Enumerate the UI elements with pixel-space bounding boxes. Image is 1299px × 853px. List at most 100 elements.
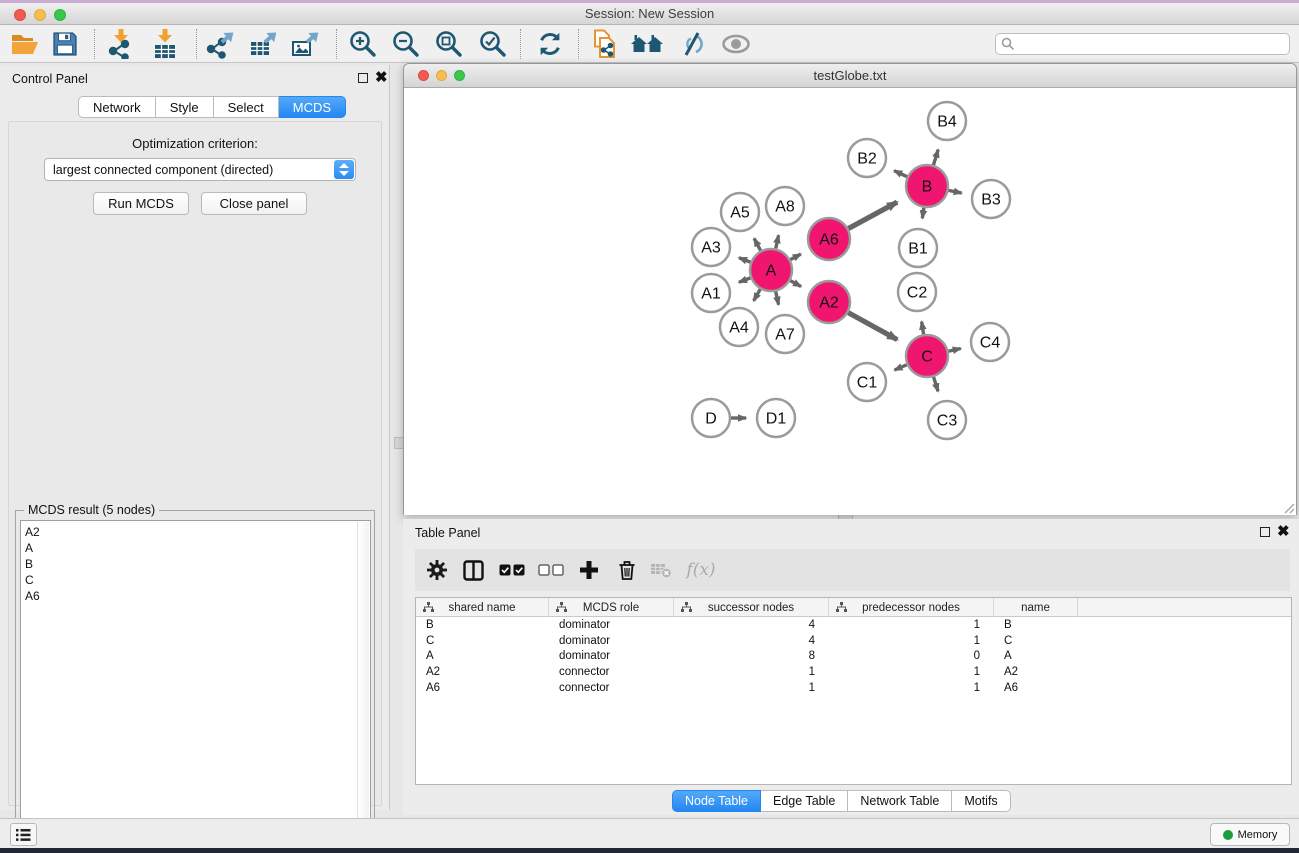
cell-shared-name[interactable]: A <box>416 650 549 662</box>
refresh-icon[interactable] <box>533 28 567 60</box>
edge-B-B2[interactable] <box>894 171 907 177</box>
zoom-fit-icon[interactable] <box>432 28 466 60</box>
cell-predecessor-nodes[interactable]: 1 <box>829 666 994 678</box>
table-settings-gear-icon[interactable] <box>423 557 451 583</box>
result-list-item[interactable]: A2 <box>21 524 370 540</box>
edge-A6-B[interactable] <box>848 202 897 228</box>
result-list-item[interactable]: B <box>21 556 370 572</box>
zoom-out-icon[interactable] <box>389 28 423 60</box>
network-window-titlebar[interactable]: testGlobe.txt <box>404 64 1296 88</box>
export-table-icon[interactable] <box>246 28 280 60</box>
edge-A-A2[interactable] <box>790 281 801 287</box>
column-header-MCDS-role[interactable]: MCDS role <box>549 598 674 617</box>
edge-A-A5[interactable] <box>754 238 760 250</box>
edge-A-A3[interactable] <box>739 258 750 262</box>
minimize-network-button[interactable] <box>436 70 447 81</box>
close-network-button[interactable] <box>418 70 429 81</box>
search-input[interactable] <box>1020 35 1284 53</box>
node-table[interactable]: shared nameMCDS rolesuccessor nodesprede… <box>415 597 1292 785</box>
criterion-dropdown[interactable]: largest connected component (directed) <box>44 158 356 181</box>
float-panel-icon[interactable] <box>358 73 368 83</box>
edge-A2-C[interactable] <box>848 313 897 340</box>
edge-B-B3[interactable] <box>949 190 962 193</box>
cell-shared-name[interactable]: A2 <box>416 666 549 678</box>
close-window-button[interactable] <box>14 9 26 21</box>
function-builder-button[interactable]: f(x) <box>687 557 715 583</box>
mcds-result-list[interactable]: A2ABCA6 <box>20 520 371 845</box>
node-C2[interactable]: C2 <box>898 273 936 311</box>
cell-MCDS-role[interactable]: dominator <box>549 635 674 647</box>
task-history-button[interactable] <box>10 823 37 846</box>
edge-B-B4[interactable] <box>933 150 938 165</box>
table-row[interactable]: Bdominator41B <box>416 617 1291 633</box>
edge-C-C3[interactable] <box>934 377 938 391</box>
network-graph[interactable]: B4B2BB3A8A5A6A3B1AA1C2A2A4A7C4CC1DD1C3 <box>404 89 1296 515</box>
zoom-selected-icon[interactable] <box>476 28 510 60</box>
cell-name[interactable]: B <box>994 619 1078 631</box>
cell-MCDS-role[interactable]: connector <box>549 682 674 694</box>
node-D[interactable]: D <box>692 399 730 437</box>
node-C4[interactable]: C4 <box>971 323 1009 361</box>
node-C3[interactable]: C3 <box>928 401 966 439</box>
close-panel-button[interactable]: Close panel <box>201 192 307 215</box>
delete-column-trash-icon[interactable] <box>613 557 641 583</box>
cell-name[interactable]: A2 <box>994 666 1078 678</box>
close-panel-icon[interactable]: ✖ <box>375 69 388 87</box>
cell-shared-name[interactable]: B <box>416 619 549 631</box>
column-header-successor-nodes[interactable]: successor nodes <box>674 598 829 617</box>
create-column-plus-icon[interactable] <box>575 557 603 583</box>
cell-name[interactable]: A <box>994 650 1078 662</box>
node-A2[interactable]: A2 <box>808 281 850 323</box>
cell-MCDS-role[interactable]: dominator <box>549 650 674 662</box>
import-table-icon[interactable] <box>148 28 182 60</box>
node-A8[interactable]: A8 <box>766 187 804 225</box>
cell-successor-nodes[interactable]: 1 <box>674 682 829 694</box>
export-image-icon[interactable] <box>288 28 322 60</box>
table-row[interactable]: A2connector11A2 <box>416 664 1291 680</box>
node-A1[interactable]: A1 <box>692 274 730 312</box>
close-table-panel-icon[interactable]: ✖ <box>1277 523 1290 541</box>
node-A5[interactable]: A5 <box>721 193 759 231</box>
edge-B-B1[interactable] <box>922 208 924 219</box>
tab-mcds[interactable]: MCDS <box>279 96 346 118</box>
tab-edge-table[interactable]: Edge Table <box>761 790 848 812</box>
float-table-panel-icon[interactable] <box>1260 527 1270 537</box>
show-columns-icon[interactable] <box>459 557 487 583</box>
node-B2[interactable]: B2 <box>848 139 886 177</box>
edge-A-A6[interactable] <box>790 254 800 260</box>
tab-motifs[interactable]: Motifs <box>952 790 1010 812</box>
table-row[interactable]: Adominator80A <box>416 648 1291 664</box>
cell-predecessor-nodes[interactable]: 1 <box>829 635 994 647</box>
table-row[interactable]: Cdominator41C <box>416 633 1291 649</box>
network-canvas[interactable]: B4B2BB3A8A5A6A3B1AA1C2A2A4A7C4CC1DD1C3 <box>404 89 1296 515</box>
node-A[interactable]: A <box>750 249 792 291</box>
tab-select[interactable]: Select <box>214 96 279 118</box>
memory-button[interactable]: Memory <box>1210 823 1290 846</box>
tab-style[interactable]: Style <box>156 96 214 118</box>
node-B1[interactable]: B1 <box>899 229 937 267</box>
node-A3[interactable]: A3 <box>692 228 730 266</box>
edge-A-A8[interactable] <box>776 235 779 248</box>
export-network-icon[interactable] <box>204 28 238 60</box>
cell-MCDS-role[interactable]: dominator <box>549 619 674 631</box>
result-list-item[interactable]: C <box>21 572 370 588</box>
column-header-predecessor-nodes[interactable]: predecessor nodes <box>829 598 994 617</box>
node-B4[interactable]: B4 <box>928 102 966 140</box>
zoom-in-icon[interactable] <box>346 28 380 60</box>
column-header-name[interactable]: name <box>994 598 1078 617</box>
node-C[interactable]: C <box>906 335 948 377</box>
node-A4[interactable]: A4 <box>720 308 758 346</box>
edge-C-C2[interactable] <box>922 322 924 335</box>
cell-predecessor-nodes[interactable]: 1 <box>829 682 994 694</box>
edge-A-A4[interactable] <box>754 289 761 301</box>
run-mcds-button[interactable]: Run MCDS <box>93 192 189 215</box>
zoom-network-button[interactable] <box>454 70 465 81</box>
cell-successor-nodes[interactable]: 8 <box>674 650 829 662</box>
deselect-all-columns-icon[interactable] <box>537 557 565 583</box>
select-all-columns-icon[interactable] <box>498 557 526 583</box>
cell-name[interactable]: A6 <box>994 682 1078 694</box>
cell-successor-nodes[interactable]: 4 <box>674 635 829 647</box>
result-list-item[interactable]: A6 <box>21 588 370 604</box>
resize-grip-icon[interactable] <box>1281 500 1295 514</box>
edge-A-A1[interactable] <box>739 278 750 282</box>
